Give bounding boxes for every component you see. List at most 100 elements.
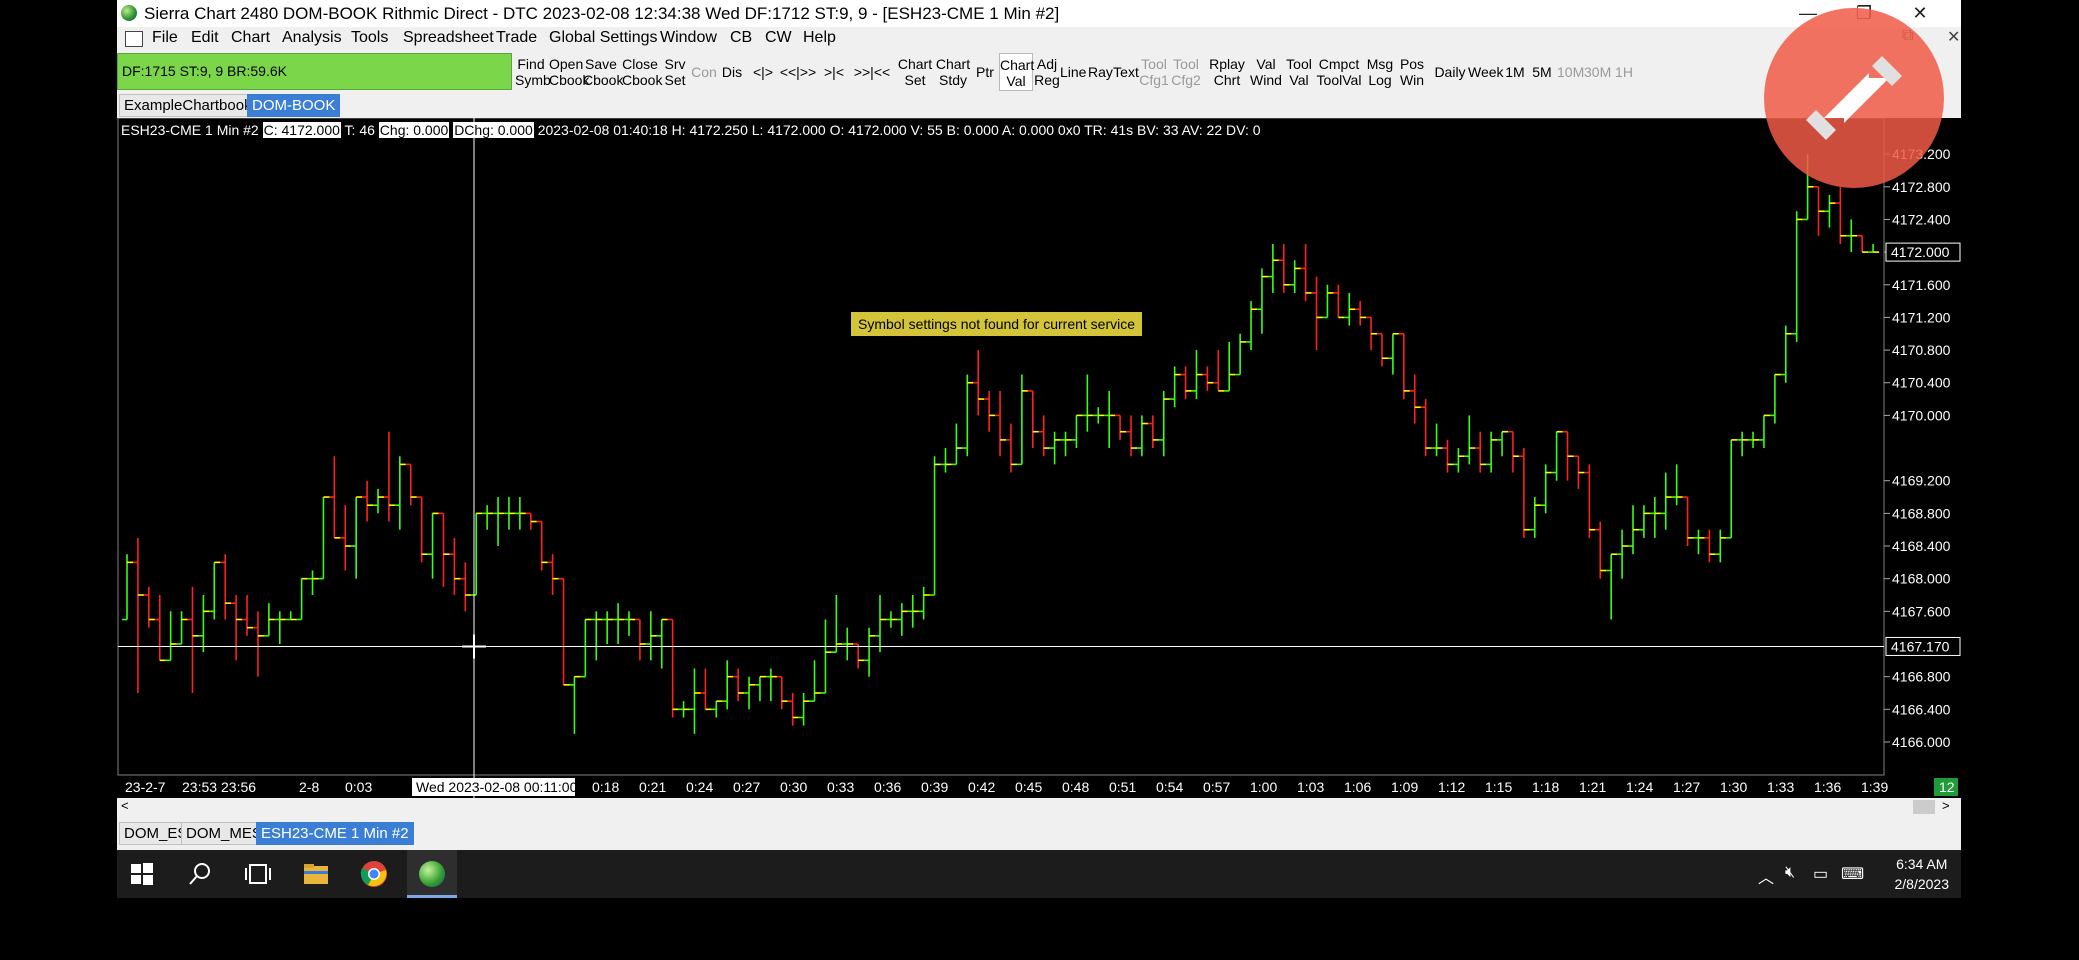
ohlc-bar <box>1508 430 1519 473</box>
menu-tools[interactable]: Tools <box>351 29 388 47</box>
chart-header: ESH23-CME 1 Min #2 C: 4172.000 T: 46 Chg… <box>121 122 1261 138</box>
toolbar-button-line[interactable]: Line <box>1060 53 1086 91</box>
toolbar-button-open-cbook[interactable]: Open Cbook <box>549 53 589 91</box>
time-tick-label: 1:15 <box>1485 779 1512 795</box>
toolbar-button-adj-reg[interactable]: Adj Reg <box>1034 53 1060 91</box>
toolbar-button--[interactable]: >|< <box>820 53 848 91</box>
toolbar-button-close-cbook[interactable]: Close Cbook <box>622 53 662 91</box>
ohlc-bar <box>209 561 221 620</box>
system-menu-icon[interactable] <box>125 31 143 47</box>
menu-window[interactable]: Window <box>660 29 717 47</box>
ohlc-bar <box>1126 415 1138 457</box>
scroll-right-icon[interactable]: > <box>1942 798 1950 813</box>
windows-start-icon[interactable] <box>117 850 167 898</box>
ohlc-bar <box>1759 414 1770 449</box>
ohlc-bar <box>1311 276 1323 351</box>
toolbar-button-week[interactable]: Week <box>1468 53 1504 91</box>
chrome-icon[interactable] <box>349 850 399 898</box>
toolbar-button-5m[interactable]: 5M <box>1530 53 1554 91</box>
volume-muted-icon[interactable]: 🔇︎ <box>1785 864 1795 882</box>
toolbar-button-pos-win[interactable]: Pos Win <box>1397 53 1427 91</box>
tab-esh23-cme[interactable]: ESH23-CME 1 Min #2 <box>256 822 414 845</box>
ohlc-bar <box>1846 219 1858 253</box>
crosshair-price-label: 4167.170 <box>1891 638 1950 654</box>
toolbar-button-1h: 1H <box>1615 64 1633 80</box>
toolbar-button--[interactable]: >>|<< <box>851 53 893 91</box>
menu-analysis[interactable]: Analysis <box>282 29 342 47</box>
ohlc-bar <box>580 618 592 678</box>
crosshair-cursor-icon <box>462 634 486 659</box>
toolbar-button-save-cbook[interactable]: Save Cbook <box>583 53 623 91</box>
chart-area[interactable]: 4173.2004172.8004172.4004172.0004171.600… <box>117 118 1961 805</box>
menu-help[interactable]: Help <box>803 29 836 47</box>
toolbar-button-cmpct-toolval[interactable]: Cmpct ToolVal <box>1316 53 1362 91</box>
taskbar-clock[interactable]: 6:34 AM 2/8/2023 <box>1895 854 1950 894</box>
ohlc-bar <box>438 512 450 587</box>
menu-file[interactable]: File <box>152 29 178 47</box>
toolbar-button-srv-set[interactable]: Srv Set <box>662 53 688 91</box>
price-chart[interactable]: 4173.2004172.8004172.4004172.0004171.600… <box>117 118 1961 805</box>
network-icon[interactable]: ▭ <box>1813 864 1828 884</box>
menu-cw[interactable]: CW <box>765 29 792 47</box>
toolbar-button-text[interactable]: Text <box>1113 53 1139 91</box>
toolbar-button-chart-val[interactable]: Chart Val <box>999 53 1034 91</box>
ohlc-bar <box>242 595 254 636</box>
remote-desktop-overlay[interactable] <box>1764 8 1944 188</box>
time-tick-label: 1:39 <box>1861 779 1888 795</box>
time-tick-label: 0:21 <box>639 779 666 795</box>
toolbar-button-daily[interactable]: Daily <box>1433 53 1467 91</box>
ohlc-bar <box>1660 472 1672 530</box>
toolbar-button-val-wind[interactable]: Val Wind <box>1249 53 1283 91</box>
menu-chart[interactable]: Chart <box>231 29 270 47</box>
toolbar-button-tool-val[interactable]: Tool Val <box>1284 53 1314 91</box>
sierra-chart-icon[interactable] <box>407 850 457 898</box>
toolbar-button-msg-log[interactable]: Msg Log <box>1365 53 1395 91</box>
show-hidden-icons-icon[interactable]: ︿ <box>1758 864 1774 888</box>
horizontal-scrollbar[interactable]: < > <box>117 798 1961 816</box>
tab-dom-book[interactable]: DOM-BOOK <box>247 94 341 117</box>
ohlc-bar <box>918 586 930 620</box>
menu-global-settings[interactable]: Global Settings <box>549 29 658 47</box>
keyboard-icon[interactable]: ⌨ <box>1841 864 1864 884</box>
toolbar-button-dis[interactable]: Dis <box>719 53 745 91</box>
toolbar-button-1m[interactable]: 1M <box>1503 53 1527 91</box>
time-tick-label: 1:03 <box>1297 779 1324 795</box>
menu-spreadsheet[interactable]: Spreadsheet <box>403 29 494 47</box>
toolbar-button-ray[interactable]: Ray <box>1088 53 1113 91</box>
ohlc-bar <box>1715 529 1727 563</box>
menu-trade[interactable]: Trade <box>496 29 537 47</box>
ohlc-bar <box>602 611 614 644</box>
scroll-thumb[interactable] <box>1913 800 1935 814</box>
menu-edit[interactable]: Edit <box>191 29 219 47</box>
scroll-left-icon[interactable]: < <box>121 798 129 813</box>
app-window: Sierra Chart 2480 DOM-BOOK Rithmic Direc… <box>117 0 1961 850</box>
ohlc-bar <box>1137 415 1148 457</box>
ohlc-bar <box>1769 373 1781 424</box>
ohlc-bar <box>907 595 919 628</box>
time-tick-label: 0:03 <box>345 779 372 795</box>
toolbar-button-find-symb[interactable]: Find Symb <box>515 53 551 91</box>
toolbar-button-chart-stdy[interactable]: Chart Stdy <box>935 53 971 91</box>
menu-cb[interactable]: CB <box>730 29 752 47</box>
task-view-icon[interactable] <box>233 850 283 898</box>
price-tick-label: 4171.200 <box>1892 309 1951 325</box>
toolbar-button--[interactable]: <|> <box>750 53 776 91</box>
toolbar-button--[interactable]: <<|>> <box>779 53 817 91</box>
app-globe-icon <box>121 5 137 21</box>
ohlc-bar <box>896 603 908 636</box>
toolbar: DF:1715 ST:9, 9 BR:59.6K Find Symb Open C… <box>117 51 1961 94</box>
search-icon[interactable] <box>175 850 225 898</box>
tab-examplechartbook[interactable]: ExampleChartbook <box>119 94 257 117</box>
ohlc-bar <box>1257 268 1268 334</box>
file-explorer-icon[interactable] <box>291 850 341 898</box>
ohlc-bar <box>514 497 526 530</box>
toolbar-button-ptr[interactable]: Ptr <box>973 53 997 91</box>
ohlc-bar <box>187 586 199 693</box>
mdi-close-button[interactable]: ✕ <box>1947 27 1960 47</box>
toolbar-button-rplay-chrt[interactable]: Rplay Chrt <box>1208 53 1246 91</box>
time-tick-label: 1:18 <box>1532 779 1559 795</box>
ohlc-bar <box>536 520 548 571</box>
tab-dom-mes[interactable]: DOM_MES <box>181 822 267 845</box>
price-tick-label: 4166.000 <box>1892 734 1951 750</box>
toolbar-button-chart-set[interactable]: Chart Set <box>897 53 933 91</box>
